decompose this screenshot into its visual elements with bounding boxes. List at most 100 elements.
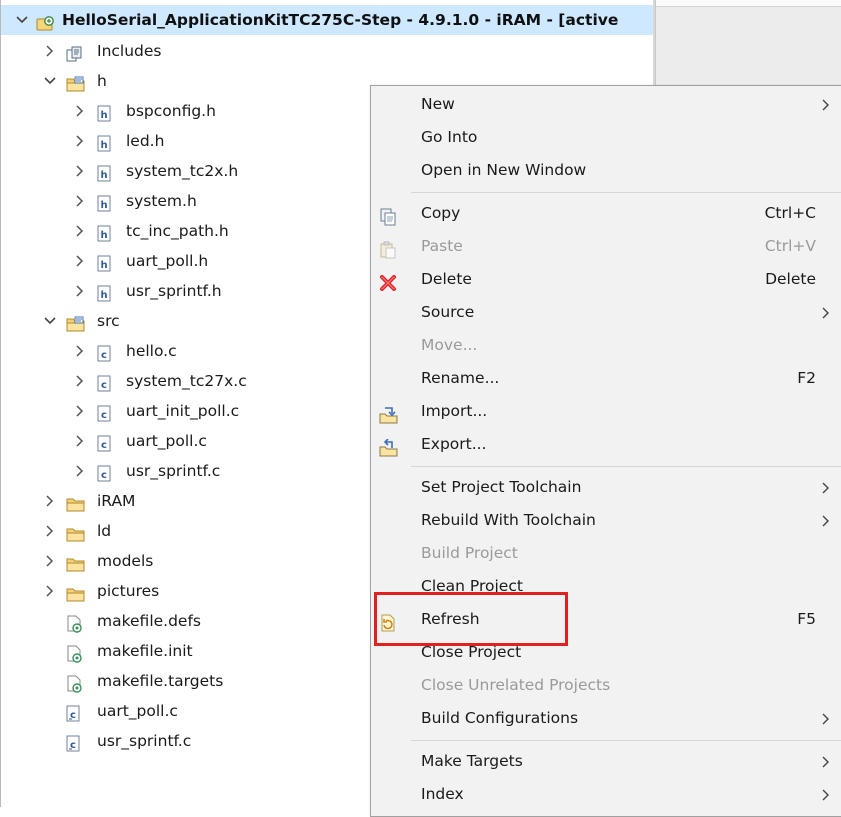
menu-item-shortcut: F2 [797,369,816,387]
c-file-link-icon: c [66,703,83,722]
menu-item-go-into[interactable]: Go Into [371,121,841,154]
svg-text:h: h [100,110,107,121]
menu-item-rename[interactable]: Rename... F2 [371,362,841,395]
chevron-right-icon[interactable] [72,426,88,456]
menu-item-label: Go Into [421,128,478,146]
chevron-right-icon[interactable] [72,366,88,396]
refresh-icon [379,611,397,632]
chevron-right-icon[interactable] [42,546,58,576]
menu-item-label: Refresh [421,610,480,628]
svg-text:h: h [100,170,107,181]
menu-item-rebuild-toolchain[interactable]: Rebuild With Toolchain [371,504,841,537]
menu-item-paste[interactable]: Paste Ctrl+V [371,230,841,263]
header-file-icon: h [97,163,114,182]
project-title: HelloSerial_ApplicationKitTC275C-Step - … [62,11,619,29]
tree-item-label: hello.c [126,342,177,360]
chevron-down-icon[interactable] [42,66,58,96]
menu-item-shortcut: Delete [765,270,816,288]
paste-icon [379,238,397,259]
submenu-arrow-icon [822,471,830,504]
tree-item-label: models [97,552,154,570]
chevron-right-icon[interactable] [72,456,88,486]
chevron-right-icon[interactable] [42,486,58,516]
tree-item-includes[interactable]: Includes [0,36,653,66]
menu-item-label: Source [421,303,475,321]
menu-item-shortcut: F5 [797,610,816,628]
tree-item-label: usr_sprintf.c [126,462,221,480]
svg-text:h: h [100,260,107,271]
menu-item-copy[interactable]: Copy Ctrl+C [371,197,841,230]
chevron-down-icon[interactable] [42,306,58,336]
menu-item-label: Close Project [421,643,522,661]
menu-item-build-project[interactable]: Build Project [371,537,841,570]
c-file-icon: c [97,433,114,452]
folder-icon [66,493,85,512]
menu-item-label: Export... [421,435,487,453]
chevron-right-icon[interactable] [42,576,58,606]
svg-text:c: c [101,350,107,361]
menu-item-refresh[interactable]: Refresh F5 [371,603,841,636]
c-file-icon: c [97,463,114,482]
menu-item-new[interactable]: New [371,88,841,121]
chevron-down-icon[interactable] [14,5,30,35]
menu-item-make-targets[interactable]: Make Targets [371,745,841,778]
tree-item-label: h [97,72,107,90]
c-file-icon: c [97,343,114,362]
menu-item-build-configs[interactable]: Build Configurations [371,702,841,735]
folder-icon [66,583,85,602]
context-menu: New Go Into Open in New Window Copy Ctrl… [370,85,841,817]
makefile-icon [66,673,83,693]
tree-item-label: system_tc27x.c [126,372,247,390]
chevron-right-icon[interactable] [72,216,88,246]
chevron-right-icon[interactable] [72,96,88,126]
chevron-right-icon[interactable] [72,126,88,156]
menu-item-close-unrelated[interactable]: Close Unrelated Projects [371,669,841,702]
menu-item-label: Build Project [421,544,518,562]
menu-separator [411,192,841,193]
import-icon [379,403,398,424]
chevron-right-icon[interactable] [72,186,88,216]
menu-item-source[interactable]: Source [371,296,841,329]
svg-text:c: c [101,440,107,451]
tree-item-label: uart_poll.h [126,252,209,270]
chevron-right-icon[interactable] [72,156,88,186]
tree-item-project-root[interactable]: HelloSerial_ApplicationKitTC275C-Step - … [0,5,653,35]
chevron-right-icon[interactable] [42,516,58,546]
chevron-right-icon[interactable] [72,396,88,426]
tree-item-label: makefile.init [97,642,193,660]
header-file-icon: h [97,193,114,212]
menu-item-import[interactable]: Import... [371,395,841,428]
menu-item-label: Set Project Toolchain [421,478,582,496]
menu-item-open-new-window[interactable]: Open in New Window [371,154,841,187]
folder-icon [66,553,85,572]
menu-item-index[interactable]: Index [371,778,841,811]
chevron-right-icon[interactable] [72,246,88,276]
tree-item-label: system_tc2x.h [126,162,239,180]
menu-separator [411,740,841,741]
menu-item-label: Copy [421,204,461,222]
submenu-arrow-icon [822,504,830,537]
menu-item-set-toolchain[interactable]: Set Project Toolchain [371,471,841,504]
chevron-right-icon[interactable] [72,336,88,366]
chevron-right-icon[interactable] [72,276,88,306]
tree-item-label: iRAM [97,492,136,510]
folder-icon [66,523,85,542]
svg-text:c: c [101,380,107,391]
menu-item-close-project[interactable]: Close Project [371,636,841,669]
source-folder-icon [66,313,85,332]
delete-icon [379,271,397,291]
c-file-icon: c [97,373,114,392]
c-file-icon: c [97,403,114,422]
menu-item-label: Clean Project [421,577,523,595]
menu-item-export[interactable]: Export... [371,428,841,461]
tree-item-label: system.h [126,192,197,210]
tree-item-label: tc_inc_path.h [126,222,229,240]
menu-item-move[interactable]: Move... [371,329,841,362]
menu-item-shortcut: Ctrl+V [764,237,816,255]
menu-item-clean-project[interactable]: Clean Project [371,570,841,603]
menu-item-delete[interactable]: Delete Delete [371,263,841,296]
tree-item-label: led.h [126,132,165,150]
menu-item-label: Rename... [421,369,500,387]
menu-separator [411,466,841,467]
chevron-right-icon[interactable] [42,36,58,66]
